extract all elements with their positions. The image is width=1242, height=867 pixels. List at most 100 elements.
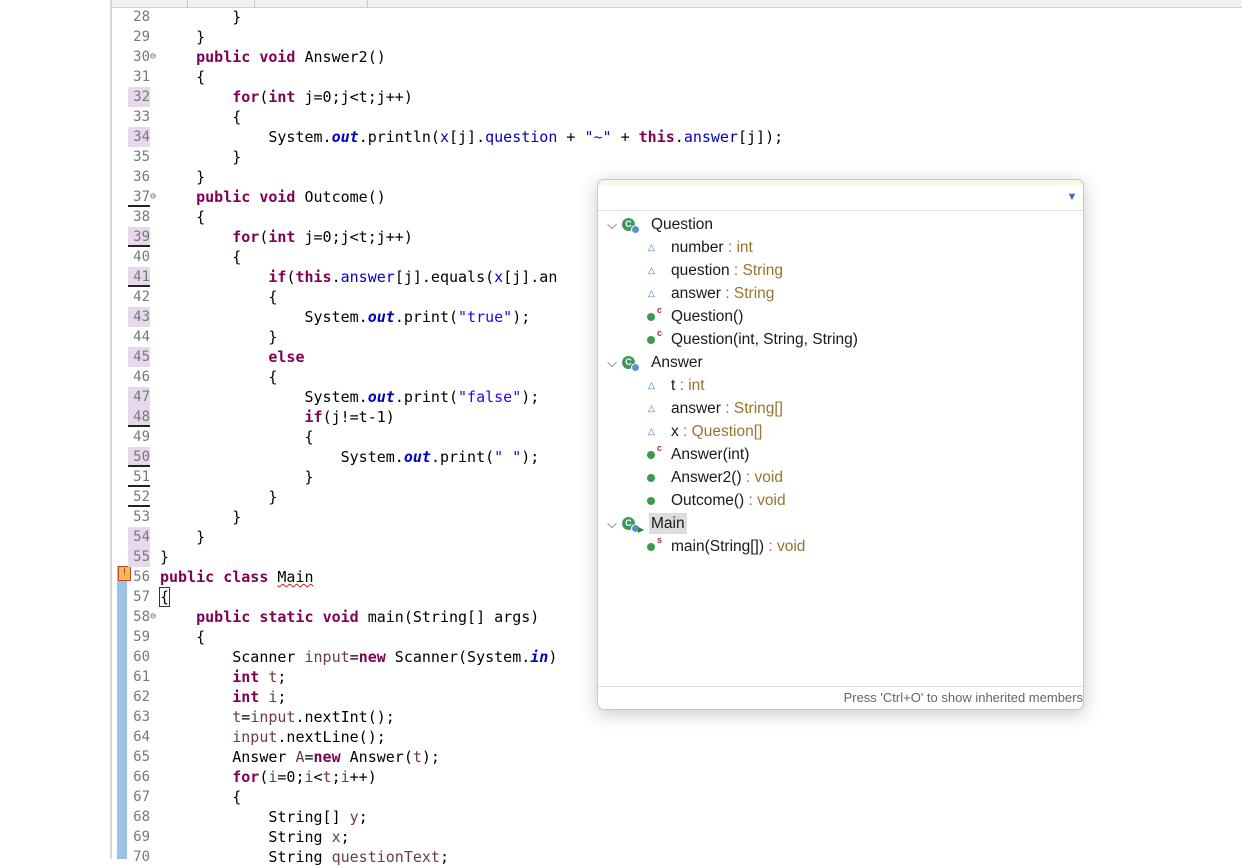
code-line[interactable]: } (160, 167, 205, 187)
code-line[interactable]: } (160, 467, 313, 487)
code-line[interactable]: System.out.print("true"); (160, 307, 530, 327)
outline-filter-bar: ▼ (598, 180, 1083, 211)
code-line[interactable]: if(this.answer[j].equals(x[j].an (160, 267, 557, 287)
code-line[interactable]: { (160, 107, 241, 127)
outline-label: answer : String (669, 283, 776, 304)
expand-chevron-icon[interactable]: ⌵ (606, 213, 618, 236)
code-line[interactable]: String x; (160, 827, 349, 847)
member-name: x (671, 423, 679, 440)
field-icon: △ (648, 265, 655, 275)
expand-chevron-icon[interactable]: ⌵ (606, 512, 618, 535)
fold-collapse-icon[interactable]: ⊖ (150, 47, 158, 67)
code-line[interactable]: System.out.println(x[j].question + "~" +… (160, 127, 783, 147)
code-line[interactable]: for(i=0;i<t;i++) (160, 767, 377, 787)
member-type: : int (675, 377, 705, 394)
line-number: 36 (133, 169, 150, 185)
line-number: 58 (133, 609, 150, 625)
code-line[interactable]: { (160, 367, 277, 387)
code-line[interactable]: input.nextLine(); (160, 727, 386, 747)
outline-member-node[interactable]: Answer2() : void (598, 466, 1083, 489)
line-number: 59 (133, 629, 150, 645)
code-line[interactable]: } (160, 147, 241, 167)
code-line[interactable]: public void Answer2() (160, 47, 386, 67)
code-line[interactable]: { (160, 287, 277, 307)
code-line[interactable]: } (160, 7, 241, 27)
outline-member-node[interactable]: △ t : int (598, 374, 1083, 397)
code-line[interactable]: { (158, 587, 171, 607)
code-line[interactable]: System.out.print(" "); (160, 447, 540, 467)
outline-member-node[interactable]: s main(String[]) : void (598, 535, 1083, 558)
line-number: 44 (133, 329, 150, 345)
static-method-icon (647, 543, 655, 551)
outline-label: question : String (669, 260, 785, 281)
code-line[interactable]: { (160, 627, 205, 647)
code-line[interactable]: } (160, 507, 241, 527)
member-type: : void (764, 538, 806, 555)
code-line[interactable]: } (160, 327, 277, 347)
outline-label: main(String[]) : void (669, 536, 807, 557)
line-number: 29 (133, 29, 150, 45)
code-line[interactable]: String[] y; (160, 807, 367, 827)
quick-outline-popup: ▼ ⌵ C Question △ number : int △ question : Str… (597, 179, 1084, 710)
code-line[interactable]: public void Outcome() (160, 187, 386, 207)
member-name: Question (651, 216, 714, 233)
fold-collapse-icon[interactable]: ⊖ (150, 607, 158, 627)
outline-class-node[interactable]: ⌵ C ▶ Main (598, 512, 1083, 535)
code-line[interactable]: if(j!=t-1) (160, 407, 395, 427)
code-line[interactable]: int i; (160, 687, 286, 707)
outline-member-node[interactable]: △ x : Question[] (598, 420, 1083, 443)
outline-class-node[interactable]: ⌵ C Question (598, 213, 1083, 236)
member-name: Answer2() (671, 469, 742, 486)
code-line[interactable]: for(int j=0;j<t;j++) (160, 227, 413, 247)
member-name: main(String[]) (671, 538, 765, 555)
code-line[interactable]: Answer A=new Answer(t); (160, 747, 440, 767)
code-line[interactable]: { (160, 207, 205, 227)
code-line[interactable]: t=input.nextInt(); (160, 707, 395, 727)
line-number: 66 (133, 769, 150, 785)
code-line[interactable]: System.out.print("false"); (160, 387, 539, 407)
outline-filter-input[interactable] (602, 186, 1046, 210)
outline-label: x : Question[] (669, 421, 764, 442)
code-line[interactable]: } (160, 487, 277, 507)
code-line[interactable]: { (160, 247, 241, 267)
line-number: 38 (133, 209, 150, 225)
outline-member-node[interactable]: △ answer : String (598, 282, 1083, 305)
code-line[interactable]: } (160, 27, 205, 47)
outline-class-node[interactable]: ⌵ C Answer (598, 351, 1083, 374)
expand-chevron-icon[interactable]: ⌵ (606, 351, 618, 374)
fold-collapse-icon[interactable]: ⊖ (150, 187, 158, 207)
constructor-icon (647, 313, 655, 321)
code-line[interactable]: } (160, 547, 169, 567)
member-name: question (671, 262, 730, 279)
code-line[interactable]: else (160, 347, 304, 367)
line-number: 53 (133, 509, 150, 525)
code-line[interactable]: public class Main (160, 567, 314, 587)
code-line[interactable]: { (160, 787, 241, 807)
outline-label: Question (649, 214, 715, 235)
line-number: 68 (133, 809, 150, 825)
code-line[interactable]: { (160, 427, 313, 447)
code-line[interactable]: { (160, 67, 205, 87)
line-number: 54 (128, 527, 150, 547)
code-line[interactable]: String questionText; (160, 847, 449, 867)
line-number: 48 (128, 407, 150, 427)
member-name: answer (671, 285, 721, 302)
outline-label: Question() (669, 306, 745, 327)
code-line[interactable]: public static void main(String[] args) (160, 607, 539, 627)
line-number: 56 (133, 569, 150, 585)
outline-member-node[interactable]: c Answer(int) (598, 443, 1083, 466)
line-number: 69 (133, 829, 150, 845)
line-number: 62 (133, 689, 150, 705)
code-line[interactable]: int t; (160, 667, 286, 687)
outline-member-node[interactable]: △ question : String (598, 259, 1083, 282)
outline-member-node[interactable]: Outcome() : void (598, 489, 1083, 512)
outline-member-node[interactable]: △ answer : String[] (598, 397, 1083, 420)
view-menu-icon[interactable]: ▼ (1065, 190, 1079, 204)
code-line[interactable]: } (160, 527, 205, 547)
code-line[interactable]: Scanner input=new Scanner(System.in) (160, 647, 557, 667)
outline-member-node[interactable]: c Question(int, String, String) (598, 328, 1083, 351)
outline-member-node[interactable]: c Question() (598, 305, 1083, 328)
panel-divider[interactable] (110, 0, 112, 859)
code-line[interactable]: for(int j=0;j<t;j++) (160, 87, 413, 107)
outline-member-node[interactable]: △ number : int (598, 236, 1083, 259)
